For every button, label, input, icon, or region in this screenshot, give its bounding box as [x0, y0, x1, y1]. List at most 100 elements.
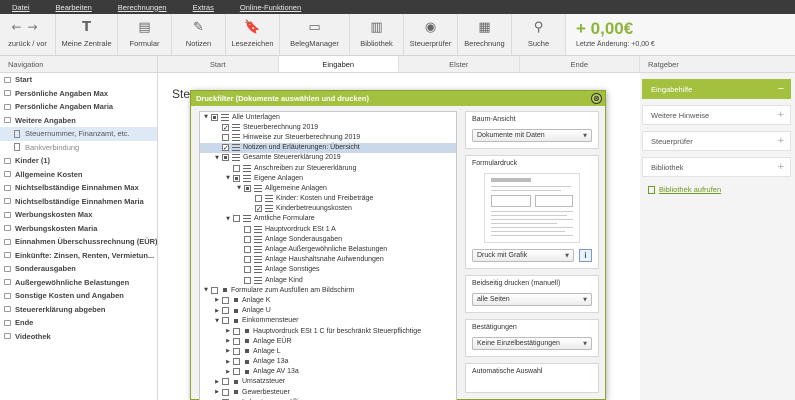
- tree-row[interactable]: ▶ Anlage L: [200, 346, 456, 356]
- expand-toggle-icon[interactable]: ▶: [214, 379, 220, 385]
- tree-checkbox[interactable]: [233, 337, 240, 345]
- expand-toggle-icon[interactable]: ▼: [214, 318, 220, 324]
- tree-checkbox[interactable]: [233, 327, 240, 335]
- steuerpruefer-button[interactable]: ◉ Steuerprüfer: [404, 14, 458, 55]
- tree-checkbox[interactable]: ✓: [222, 123, 229, 131]
- tree-row[interactable]: ▶ Umsatzsteuer: [200, 377, 456, 387]
- tree-row[interactable]: Hinweise zur Steuerberechnung 2019: [200, 132, 456, 142]
- menu-datei[interactable]: Datei: [12, 3, 30, 12]
- tree-row[interactable]: ▼ Gesamte Steuererklärung 2019: [200, 153, 456, 163]
- tree-checkbox[interactable]: [244, 266, 251, 274]
- expand-toggle-icon[interactable]: ▼: [225, 216, 231, 222]
- sidebar-item[interactable]: Werbungskosten Maria: [0, 222, 157, 236]
- expand-toggle-icon[interactable]: ▶: [214, 308, 220, 314]
- tree-checkbox[interactable]: [222, 378, 229, 386]
- tree-checkbox[interactable]: [244, 225, 251, 233]
- tree-row[interactable]: ▼ Formulare zum Ausfüllen am Bildschirm: [200, 285, 456, 295]
- sidebar-item[interactable]: Einkünfte: Zinsen, Renten, Vermietun...: [0, 249, 157, 263]
- document-tree[interactable]: ▼ Alle Unterlagen ✓ Steuerberechnung 2019 Hi…: [199, 111, 457, 400]
- menu-extras[interactable]: Extras: [193, 3, 214, 12]
- beidseitig-select[interactable]: alle Seiten ▼: [472, 293, 592, 306]
- tree-row[interactable]: ▶ Anlage K: [200, 295, 456, 305]
- tree-checkbox[interactable]: [211, 286, 218, 294]
- ratgeber-weitere-hinweise[interactable]: Weitere Hinweise +: [642, 105, 791, 125]
- tree-row[interactable]: ▶ Anlage AV 13a: [200, 367, 456, 377]
- formulardruck-select[interactable]: Druck mit Grafik ▼: [472, 249, 574, 262]
- bestaetigungen-select[interactable]: Keine Einzelbestätigungen ▼: [472, 337, 592, 350]
- expand-toggle-icon[interactable]: ▶: [214, 297, 220, 303]
- tree-checkbox[interactable]: [233, 347, 240, 355]
- tree-row[interactable]: Anlage Kind: [200, 275, 456, 285]
- tree-row[interactable]: ✓ Steuerberechnung 2019: [200, 122, 456, 132]
- info-icon[interactable]: i: [579, 249, 592, 262]
- tree-checkbox[interactable]: [222, 317, 229, 325]
- bibliothek-button[interactable]: ▥ Bibliothek: [350, 14, 404, 55]
- menu-berechnungen[interactable]: Berechnungen: [118, 3, 167, 12]
- ratgeber-steuerpruefer[interactable]: Steuerprüfer +: [642, 131, 791, 151]
- baum-ansicht-select[interactable]: Dokumente mit Daten ▼: [472, 129, 592, 142]
- tree-checkbox[interactable]: [255, 195, 262, 203]
- menu-online-funktionen[interactable]: Online-Funktionen: [240, 3, 301, 12]
- tree-row[interactable]: ▶ Anlage U: [200, 306, 456, 316]
- expand-toggle-icon[interactable]: ▶: [214, 389, 220, 395]
- expand-toggle-icon[interactable]: ▶: [225, 328, 231, 334]
- meine-zentrale-button[interactable]: T Meine Zentrale: [56, 14, 118, 55]
- tree-row[interactable]: Anlage Außergewöhnliche Belastungen: [200, 244, 456, 254]
- tree-row[interactable]: ▼ Amtliche Formulare: [200, 214, 456, 224]
- tab-ende[interactable]: Ende: [520, 56, 640, 72]
- back-forward-button[interactable]: ←→ zurück / vor: [0, 14, 56, 55]
- expand-toggle-icon[interactable]: ▶: [225, 359, 231, 365]
- tree-row[interactable]: ▼ Eigene Anlagen: [200, 173, 456, 183]
- tree-row[interactable]: ▼ Alle Unterlagen: [200, 112, 456, 122]
- tree-checkbox[interactable]: [222, 296, 229, 304]
- tree-row[interactable]: ▶ Gewerbesteuer: [200, 387, 456, 397]
- lesezeichen-button[interactable]: 🔖 Lesezeichen: [226, 14, 280, 55]
- tree-checkbox[interactable]: [233, 174, 240, 182]
- tree-checkbox[interactable]: [222, 133, 229, 141]
- expand-toggle-icon[interactable]: ▼: [203, 114, 209, 120]
- tree-checkbox[interactable]: [222, 307, 229, 315]
- tree-row[interactable]: Anlage Sonderausgaben: [200, 234, 456, 244]
- sidebar-item[interactable]: Persönliche Angaben Max: [0, 87, 157, 101]
- sidebar-item[interactable]: Nichtselbständige Einnahmen Maria: [0, 195, 157, 209]
- tree-row[interactable]: ▶ Anlage 13a: [200, 357, 456, 367]
- tree-row[interactable]: Hauptvordruck ESt 1 A: [200, 224, 456, 234]
- sidebar-item[interactable]: Start: [0, 73, 157, 87]
- tree-checkbox[interactable]: [233, 215, 240, 223]
- sidebar-item[interactable]: Allgemeine Kosten: [0, 168, 157, 182]
- formular-button[interactable]: ▤ Formular: [118, 14, 172, 55]
- expand-toggle-icon[interactable]: ▼: [203, 287, 209, 293]
- expand-toggle-icon[interactable]: ▼: [236, 185, 242, 191]
- sidebar-item[interactable]: Ende: [0, 316, 157, 330]
- tree-checkbox[interactable]: [233, 164, 240, 172]
- sidebar-item[interactable]: Einnahmen Überschussrechnung (EÜR): [0, 235, 157, 249]
- tree-row[interactable]: Anlage Sonstiges: [200, 265, 456, 275]
- notizen-button[interactable]: ✎ Notizen: [172, 14, 226, 55]
- expand-toggle-icon[interactable]: ▶: [225, 348, 231, 354]
- tree-checkbox[interactable]: [244, 184, 251, 192]
- tree-row[interactable]: ▼ Allgemeine Anlagen: [200, 183, 456, 193]
- tab-eingaben[interactable]: Eingaben: [278, 56, 399, 72]
- tree-row[interactable]: Anschreiben zur Steuererklärung: [200, 163, 456, 173]
- tree-checkbox[interactable]: [233, 358, 240, 366]
- sidebar-item[interactable]: Sonstige Kosten und Angaben: [0, 289, 157, 303]
- tree-row[interactable]: ▶ Anlage EÜR: [200, 336, 456, 346]
- tab-elster[interactable]: Elster: [399, 56, 520, 72]
- tree-row[interactable]: ✓ Notizen und Erläuterungen: Übersicht: [200, 142, 456, 153]
- sidebar-item[interactable]: Werbungskosten Max: [0, 208, 157, 222]
- belegmanager-button[interactable]: ▭ BelegManager: [280, 14, 350, 55]
- sidebar-subitem[interactable]: Steuernummer, Finanzamt, etc.: [0, 127, 157, 141]
- tree-checkbox[interactable]: [233, 368, 240, 376]
- sidebar-item[interactable]: Steuererklärung abgeben: [0, 303, 157, 317]
- sidebar-item[interactable]: Außergewöhnliche Belastungen: [0, 276, 157, 290]
- tree-checkbox[interactable]: ✓: [222, 144, 229, 152]
- menu-bearbeiten[interactable]: Bearbeiten: [56, 3, 92, 12]
- tree-row[interactable]: ✓ Kinderbetreuungskosten: [200, 204, 456, 214]
- tree-row[interactable]: ▶ Hauptvordruck ESt 1 C für beschränkt St…: [200, 326, 456, 336]
- suche-button[interactable]: ⚲ Suche: [512, 14, 566, 55]
- ratgeber-eingabehilfe[interactable]: Eingabehilfe −: [642, 79, 791, 99]
- expand-toggle-icon[interactable]: ▼: [214, 155, 220, 161]
- tree-row[interactable]: Kinder: Kosten und Freibeträge: [200, 194, 456, 204]
- sidebar-item[interactable]: Weitere Angaben: [0, 114, 157, 128]
- tree-checkbox[interactable]: [222, 388, 229, 396]
